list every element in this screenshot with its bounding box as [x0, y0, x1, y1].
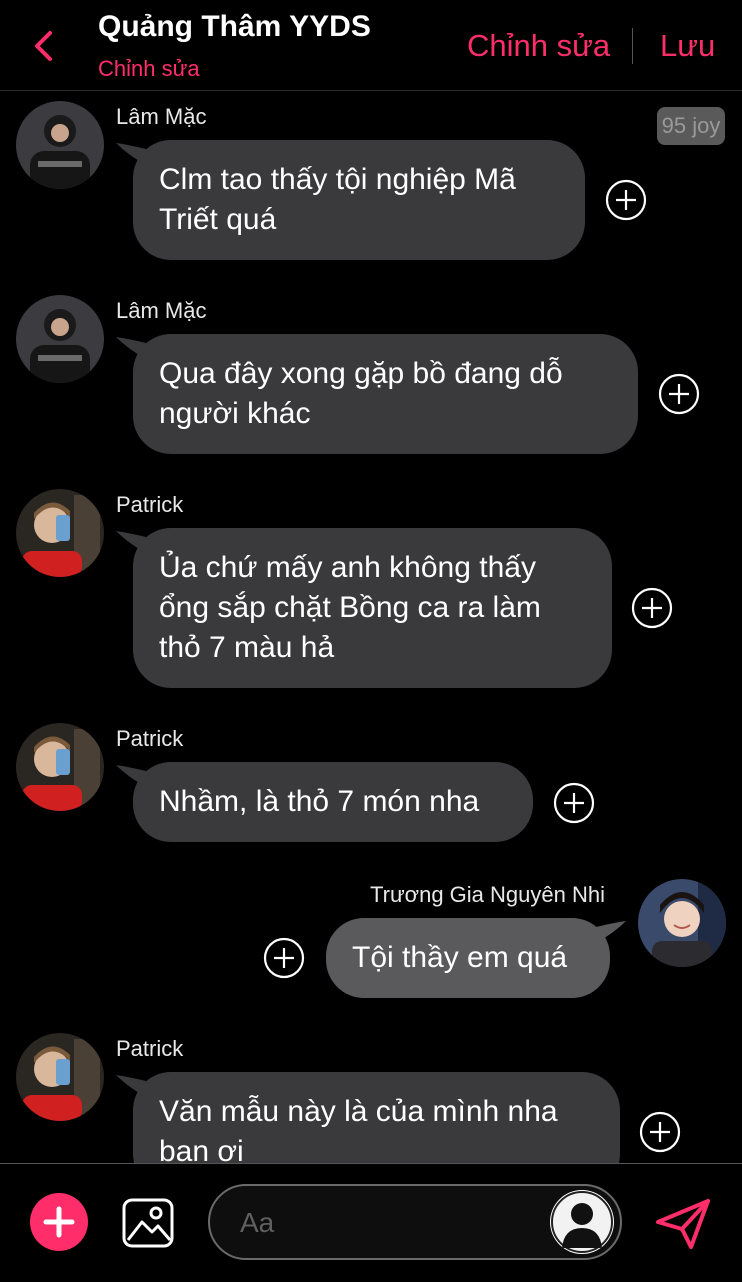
- message-bubble[interactable]: Clm tao thấy tội nghiệp Mã Triết quá: [133, 140, 585, 260]
- chat-title[interactable]: Quảng Thâm YYDS: [98, 10, 371, 44]
- plus-circle-icon[interactable]: [658, 373, 700, 415]
- chat-header: Quảng Thâm YYDS Chỉnh sửa Chỉnh sửa Lưu: [0, 0, 742, 91]
- image-icon[interactable]: [122, 1198, 174, 1248]
- message-bubble[interactable]: Văn mẫu này là của mình nha bạn ơi: [133, 1072, 620, 1163]
- avatar[interactable]: [16, 295, 104, 383]
- message-line: bạn ơi: [159, 1135, 244, 1163]
- sender-name: Patrick: [116, 1036, 184, 1061]
- message-input-placeholder: Aa: [240, 1207, 275, 1238]
- avatar[interactable]: [638, 879, 726, 967]
- message-line: ổng sắp chặt Bồng ca ra làm: [159, 591, 541, 624]
- message-input[interactable]: Aa: [208, 1184, 622, 1260]
- sender-name: Patrick: [116, 492, 184, 517]
- plus-circle-icon[interactable]: [605, 179, 647, 221]
- sender-name: Patrick: [116, 726, 184, 751]
- message-line: Triết quá: [159, 203, 277, 236]
- avatar[interactable]: [16, 489, 104, 577]
- message-line: Nhầm, là thỏ 7 món nha: [159, 785, 480, 818]
- header-divider: [632, 28, 633, 64]
- message-bubble[interactable]: Ủa chứ mấy anh không thấy ổng sắp chặt B…: [133, 528, 612, 688]
- message-bubble[interactable]: Tội thầy em quá: [326, 918, 610, 998]
- sender-name: Trương Gia Nguyên Nhi: [370, 882, 605, 907]
- add-button[interactable]: [30, 1193, 88, 1251]
- avatar-sticker-icon[interactable]: [550, 1190, 614, 1254]
- plus-circle-icon[interactable]: [631, 587, 673, 629]
- person-silhouette-icon: [551, 1191, 613, 1253]
- save-button[interactable]: Lưu: [660, 28, 715, 64]
- message-line: Qua đây xong gặp bồ đang dỗ: [159, 357, 563, 390]
- message-line: người khác: [159, 397, 311, 430]
- send-icon[interactable]: [655, 1198, 711, 1250]
- message-bubble[interactable]: Qua đây xong gặp bồ đang dỗ người khác: [133, 334, 638, 454]
- plus-icon: [43, 1206, 75, 1238]
- message-line: Ủa chứ mấy anh không thấy: [159, 551, 536, 584]
- message-line: Tội thầy em quá: [352, 941, 568, 974]
- avatar[interactable]: [16, 101, 104, 189]
- plus-circle-icon[interactable]: [263, 937, 305, 979]
- message-line: Clm tao thấy tội nghiệp Mã: [159, 163, 516, 196]
- chevron-left-icon[interactable]: [30, 28, 60, 64]
- plus-circle-icon[interactable]: [639, 1111, 681, 1153]
- plus-circle-icon[interactable]: [553, 782, 595, 824]
- message-line: Văn mẫu này là của mình nha: [159, 1095, 558, 1128]
- message-bubble[interactable]: Nhầm, là thỏ 7 món nha: [133, 762, 533, 842]
- sender-name: Lâm Mặc: [116, 298, 207, 323]
- avatar[interactable]: [16, 723, 104, 811]
- avatar[interactable]: [16, 1033, 104, 1121]
- edit-button[interactable]: Chỉnh sửa: [467, 28, 610, 64]
- joy-badge: 95 joy: [657, 107, 725, 145]
- sender-name: Lâm Mặc: [116, 104, 207, 129]
- composer-bar: Aa: [0, 1163, 742, 1282]
- chat-subtitle[interactable]: Chỉnh sửa: [98, 56, 200, 82]
- message-line: thỏ 7 màu hả: [159, 631, 335, 664]
- message-list[interactable]: 95 joy Lâm Mặc Clm tao thấy tội nghiệp M…: [0, 91, 742, 1163]
